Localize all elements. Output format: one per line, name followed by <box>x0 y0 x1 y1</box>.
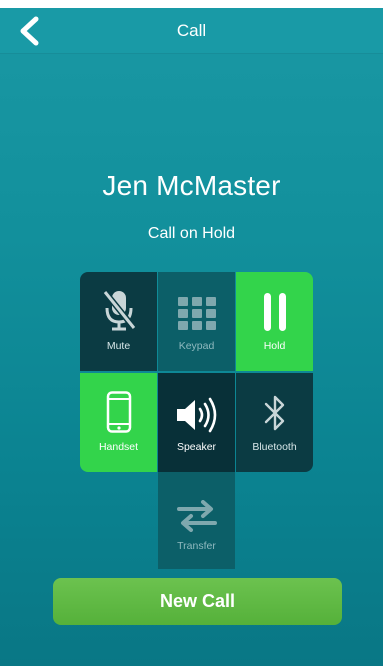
speaker-label: Speaker <box>176 441 217 453</box>
phone-handset-icon <box>106 391 131 433</box>
new-call-button[interactable]: New Call <box>53 578 342 625</box>
mute-label: Mute <box>106 340 131 352</box>
bluetooth-button[interactable]: Bluetooth <box>236 373 313 472</box>
bluetooth-label: Bluetooth <box>252 441 297 453</box>
transfer-label: Transfer <box>177 540 216 552</box>
speaker-button[interactable]: Speaker <box>158 373 235 472</box>
call-screen: Call Jen McMaster Call on Hold Mute Keyp… <box>0 0 383 666</box>
handset-label: Handset <box>98 441 139 453</box>
hold-label: Hold <box>263 340 286 352</box>
keypad-icon <box>177 297 216 330</box>
page-title: Call <box>176 21 207 40</box>
hold-button[interactable]: Hold <box>236 272 313 371</box>
nav-bar: Call <box>0 8 383 54</box>
handset-button[interactable]: Handset <box>80 373 157 472</box>
speaker-icon <box>176 397 216 433</box>
status-bar <box>0 0 383 8</box>
transfer-button[interactable]: Transfer <box>158 472 235 569</box>
mute-button[interactable]: Mute <box>80 272 157 371</box>
keypad-button[interactable]: Keypad <box>158 272 235 371</box>
call-status: Call on Hold <box>147 225 236 242</box>
pause-icon <box>263 293 286 331</box>
keypad-label: Keypad <box>178 340 215 352</box>
transfer-arrows-icon <box>176 500 217 532</box>
mic-muted-icon <box>102 290 136 331</box>
caller-name: Jen McMaster <box>102 170 281 201</box>
bluetooth-icon <box>264 395 284 431</box>
